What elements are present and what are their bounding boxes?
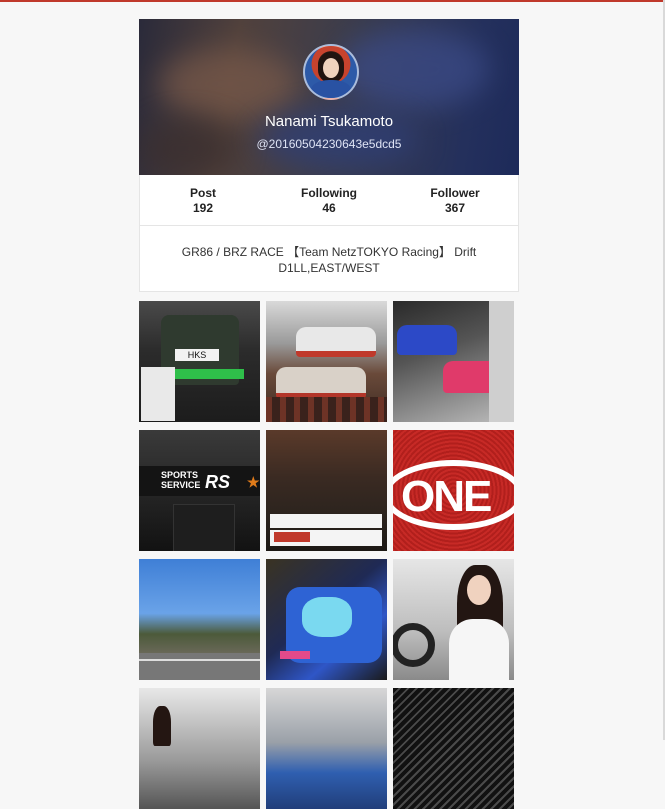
one-logo-text: ONE xyxy=(401,472,492,521)
sign-text-small: SPORTS SERVICE xyxy=(161,470,200,490)
photo-tile-itasha-car[interactable] xyxy=(266,559,387,680)
sign-text-line: SPORTS xyxy=(161,470,199,480)
profile-stats: Post 192 Following 46 Follower 367 xyxy=(139,175,519,226)
person-silhouette xyxy=(153,706,171,746)
photo-tile-car-transporter[interactable] xyxy=(266,301,387,422)
price-tag xyxy=(274,532,310,542)
photo-tile-rs-shop-sign[interactable]: SPORTSSERVICE RS ★R xyxy=(139,430,260,551)
sign-text-line: SERVICE xyxy=(161,480,201,490)
sign-text-rs: RS xyxy=(205,472,231,492)
stat-label: Follower xyxy=(430,186,480,200)
price-board xyxy=(270,514,382,528)
car-shape xyxy=(276,367,366,399)
car-shape xyxy=(397,325,457,355)
car-shape xyxy=(296,327,376,357)
stat-value: 367 xyxy=(444,201,466,215)
banner-blur-shape xyxy=(159,49,299,119)
avatar-face xyxy=(323,58,339,78)
photo-tile-garage-person[interactable] xyxy=(139,688,260,809)
road xyxy=(139,653,260,680)
profile-name: Nanami Tsukamoto xyxy=(264,113,394,130)
banner-blur-shape xyxy=(339,29,489,109)
photo-tile-livery-cars[interactable] xyxy=(393,301,514,422)
sign-text-star: ★R xyxy=(247,474,260,490)
avatar-shirt xyxy=(311,80,351,98)
road-line xyxy=(139,659,260,661)
person-top xyxy=(449,619,509,680)
stat-label: Following xyxy=(301,186,357,200)
person-face xyxy=(467,575,491,605)
car-accent xyxy=(280,651,310,659)
profile-header-banner: Nanami Tsukamoto @20160504230643e5dcd5 xyxy=(139,19,519,175)
stat-value: 192 xyxy=(192,201,214,215)
photo-tile-blue-car[interactable] xyxy=(266,688,387,809)
avatar[interactable] xyxy=(303,44,359,100)
profile-handle: @20160504230643e5dcd5 xyxy=(256,137,402,151)
stat-following[interactable]: Following 46 xyxy=(266,175,392,225)
shop-door xyxy=(173,504,235,551)
stat-value: 46 xyxy=(322,201,336,215)
photo-tile-selfie-in-car[interactable] xyxy=(393,559,514,680)
profile-bio: GR86 / BRZ RACE 【Team NetzTOKYO Racing】 … xyxy=(139,226,519,292)
photo-tile-landscape[interactable] xyxy=(139,559,260,680)
transporter-rack xyxy=(266,397,387,422)
top-border xyxy=(0,0,665,2)
stat-followers[interactable]: Follower 367 xyxy=(392,175,518,225)
car-artwork xyxy=(302,597,352,637)
stat-posts[interactable]: Post 192 xyxy=(140,175,266,225)
profile-card: Nanami Tsukamoto @20160504230643e5dcd5 P… xyxy=(139,19,519,292)
photo-grid: HKS SPORTSSERVICE RS ★R ONE xyxy=(139,301,515,809)
hks-logo: HKS xyxy=(175,349,219,361)
photo-tile-green-hks-car[interactable]: HKS xyxy=(139,301,260,422)
steering-wheel xyxy=(393,623,435,667)
photo-tile-sale-board[interactable] xyxy=(266,430,387,551)
photo-tile-one-logo[interactable]: ONE xyxy=(393,430,514,551)
photo-tile-carbon-pattern[interactable] xyxy=(393,688,514,809)
stat-label: Post xyxy=(189,186,216,200)
garage-pillar xyxy=(489,301,514,422)
display-sign xyxy=(141,367,175,421)
